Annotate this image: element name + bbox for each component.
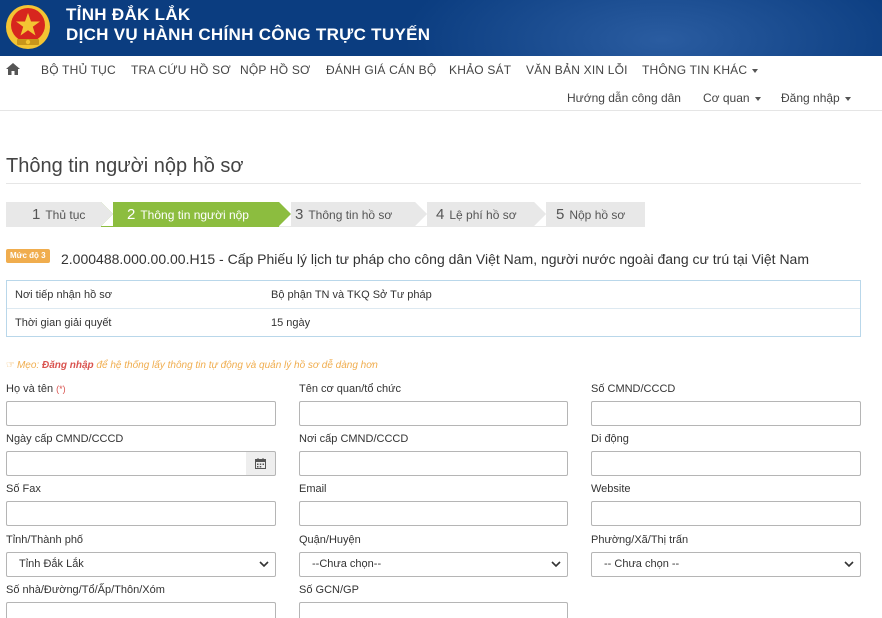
- step-label: Thủ tục: [45, 208, 86, 222]
- nav-item-procedures[interactable]: BỘ THỦ TỤC: [41, 63, 116, 77]
- info-key: Thời gian giải quyết: [15, 317, 112, 329]
- label-email: Email: [299, 483, 327, 495]
- step-4[interactable]: 4 Lệ phí hồ sơ: [415, 202, 546, 227]
- label-issue-place: Nơi cấp CMND/CCCD: [299, 433, 409, 445]
- label-district: Quận/Huyện: [299, 534, 361, 546]
- fax-input[interactable]: [6, 501, 276, 526]
- tip-suffix: để hệ thống lấy thông tin tự động và quả…: [93, 360, 378, 371]
- step-2[interactable]: 2 Thông tin người nộp: [101, 202, 291, 227]
- step-5[interactable]: 5 Nộp hồ sơ: [534, 202, 645, 227]
- nav-item-other-info[interactable]: THÔNG TIN KHÁC: [642, 63, 759, 77]
- label-issue-date: Ngày cấp CMND/CCCD: [6, 433, 124, 445]
- date-picker-button[interactable]: [246, 451, 276, 476]
- label-organization: Tên cơ quan/tổ chức: [299, 383, 402, 395]
- issue-place-input[interactable]: [299, 451, 568, 476]
- step-label: Thông tin hồ sơ: [308, 208, 393, 222]
- chevron-down-icon: [551, 561, 561, 568]
- header-title-service: DỊCH VỤ HÀNH CHÍNH CÔNG TRỰC TUYẾN: [66, 25, 431, 44]
- info-value: 15 ngày: [271, 317, 311, 329]
- nav-item-survey[interactable]: KHẢO SÁT: [449, 63, 511, 77]
- label-province: Tỉnh/Thành phố: [6, 534, 84, 546]
- nav-row-primary: BỘ THỦ TỤC TRA CỨU HỒ SƠ NỘP HỒ SƠ ĐÁNH …: [0, 56, 882, 84]
- district-selected-value: --Chưa chọn--: [312, 558, 382, 570]
- label-fax: Số Fax: [6, 483, 41, 495]
- label-license-number: Số GCN/GP: [299, 584, 359, 596]
- license-number-input[interactable]: [299, 602, 568, 618]
- chevron-down-icon: [752, 68, 759, 73]
- national-emblem-icon[interactable]: [4, 3, 52, 51]
- step-number: 5: [556, 206, 565, 223]
- id-number-input[interactable]: [591, 401, 861, 426]
- district-select[interactable]: --Chưa chọn--: [299, 552, 568, 577]
- label-full-name-text: Họ và tên: [6, 383, 54, 395]
- nav-item-citizen-guide[interactable]: Hướng dẫn công dân: [567, 91, 681, 105]
- label-website: Website: [591, 483, 631, 495]
- nav-item-agency-label: Cơ quan: [703, 91, 750, 105]
- step-arrow: [415, 202, 427, 226]
- tip-prefix: Mẹo:: [16, 360, 42, 371]
- nav-item-lookup[interactable]: TRA CỨU HỒ SƠ: [131, 63, 231, 77]
- step-arrow: [279, 202, 291, 226]
- banner-glow: [402, 0, 882, 56]
- nav-item-agency[interactable]: Cơ quan: [703, 91, 761, 105]
- procedure-info-table: Nơi tiếp nhận hồ sơ Bộ phận TN và TKQ Sở…: [6, 280, 861, 337]
- nav-item-submit[interactable]: NỘP HỒ SƠ: [240, 63, 311, 77]
- info-value: Bộ phận TN và TKQ Sở Tư pháp: [271, 289, 432, 301]
- nav-item-login[interactable]: Đăng nhập: [781, 91, 851, 105]
- email-field[interactable]: [299, 501, 568, 526]
- header-banner: TỈNH ĐẮK LẮK DỊCH VỤ HÀNH CHÍNH CÔNG TRỰ…: [0, 0, 882, 56]
- label-id-number: Số CMND/CCCD: [591, 383, 676, 395]
- header-title-province: TỈNH ĐẮK LẮK: [66, 5, 191, 24]
- street-address-input[interactable]: [6, 602, 276, 618]
- nav-item-other-info-label: THÔNG TIN KHÁC: [642, 63, 748, 77]
- nav-item-apology-letter[interactable]: VĂN BẢN XIN LỖI: [526, 63, 628, 77]
- website-input[interactable]: [591, 501, 861, 526]
- step-3[interactable]: 3 Thông tin hồ sơ: [279, 202, 427, 227]
- step-number: 2: [127, 206, 136, 223]
- ward-select[interactable]: -- Chưa chọn --: [591, 552, 861, 577]
- step-number: 3: [295, 206, 304, 223]
- chevron-down-icon: [754, 96, 761, 101]
- label-ward: Phường/Xã/Thị trấn: [591, 534, 689, 546]
- label-street-address: Số nhà/Đường/Tổ/Ấp/Thôn/Xóm: [6, 584, 165, 596]
- step-number: 4: [436, 206, 445, 223]
- step-label: Lệ phí hồ sơ: [449, 208, 517, 222]
- chevron-down-icon: [844, 96, 851, 101]
- step-arrow: [534, 202, 546, 226]
- province-selected-value: Tỉnh Đắk Lắk: [19, 558, 84, 570]
- home-icon[interactable]: [6, 63, 20, 75]
- step-label: Nộp hồ sơ: [569, 208, 626, 222]
- calendar-icon: [255, 458, 266, 469]
- level-badge: Mức độ 3: [6, 249, 50, 263]
- ward-selected-value: -- Chưa chọn --: [604, 558, 680, 570]
- table-row: Nơi tiếp nhận hồ sơ Bộ phận TN và TKQ Sở…: [7, 281, 860, 309]
- full-name-input[interactable]: [6, 401, 276, 426]
- label-full-name: Họ và tên (*): [6, 383, 66, 395]
- page-title: Thông tin người nộp hồ sơ: [6, 155, 244, 177]
- label-mobile: Di động: [591, 433, 629, 445]
- table-row: Thời gian giải quyết 15 ngày: [7, 309, 860, 337]
- step-arrow: [101, 202, 113, 226]
- procedure-title: 2.000488.000.00.00.H15 - Cấp Phiếu lý lị…: [61, 251, 810, 267]
- chevron-down-icon: [259, 561, 269, 568]
- main-nav: BỘ THỦ TỤC TRA CỨU HỒ SƠ NỘP HỒ SƠ ĐÁNH …: [0, 56, 882, 111]
- hand-pointer-icon: ☞: [6, 360, 15, 371]
- required-mark: (*): [56, 384, 66, 394]
- info-key: Nơi tiếp nhận hồ sơ: [15, 289, 112, 301]
- organization-input[interactable]: [299, 401, 568, 426]
- step-number: 1: [32, 206, 41, 223]
- issue-date-input[interactable]: [6, 451, 247, 476]
- title-divider: [6, 183, 861, 184]
- tip-login-link[interactable]: Đăng nhập: [42, 360, 94, 371]
- nav-item-login-label: Đăng nhập: [781, 91, 840, 105]
- province-select[interactable]: Tỉnh Đắk Lắk: [6, 552, 276, 577]
- step-label: Thông tin người nộp: [140, 208, 249, 222]
- mobile-input[interactable]: [591, 451, 861, 476]
- step-1[interactable]: 1 Thủ tục: [6, 202, 113, 227]
- nav-item-evaluate-staff[interactable]: ĐÁNH GIÁ CÁN BỘ: [326, 63, 436, 77]
- login-tip: ☞ Mẹo: Đăng nhập để hệ thống lấy thông ti…: [6, 360, 378, 371]
- chevron-down-icon: [844, 561, 854, 568]
